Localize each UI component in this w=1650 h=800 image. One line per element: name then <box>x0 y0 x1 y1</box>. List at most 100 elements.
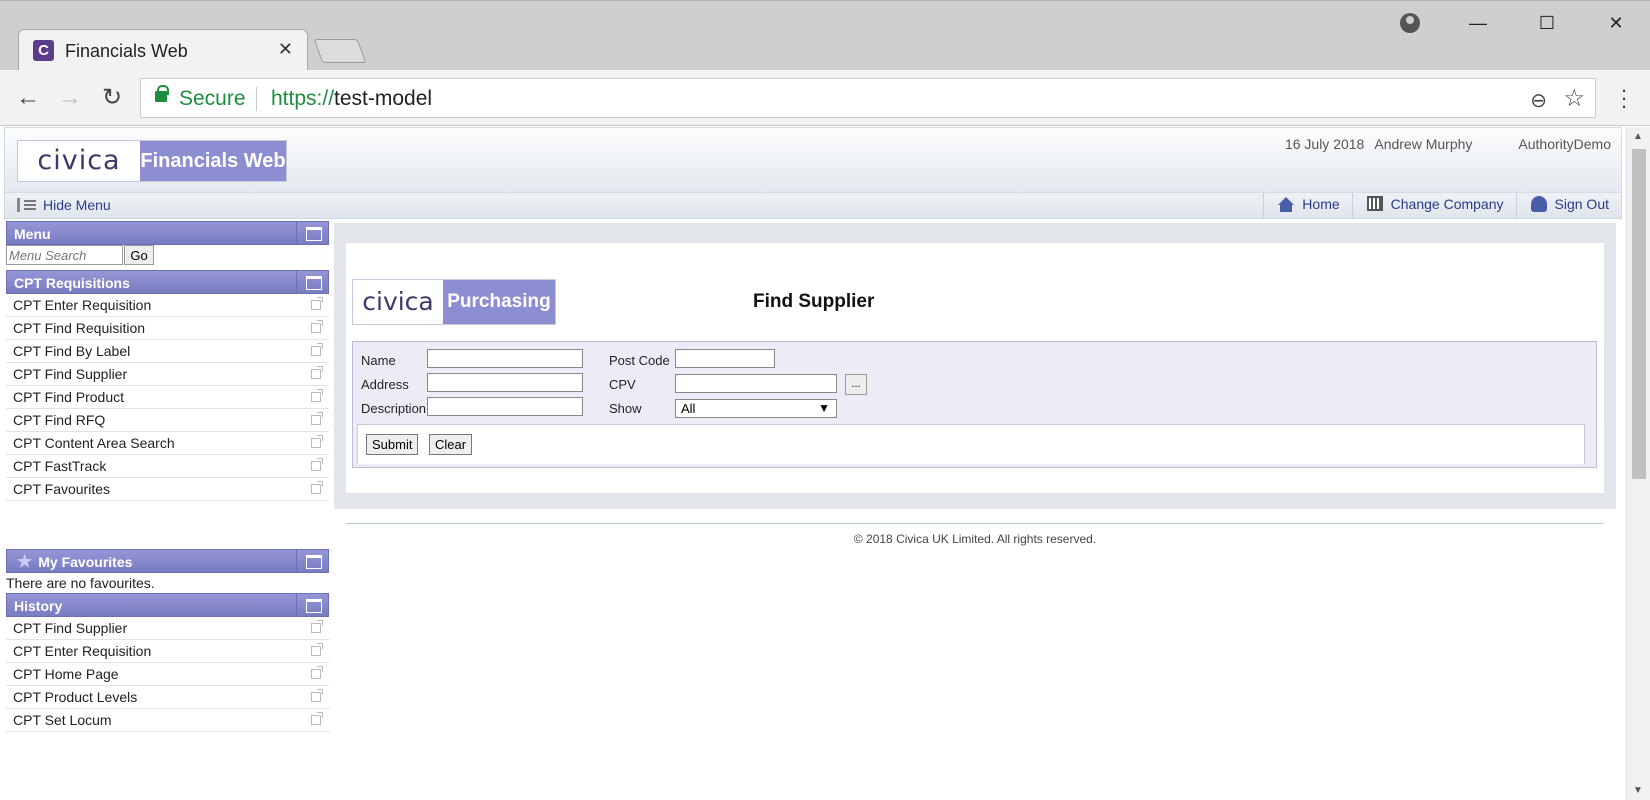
cpv-lookup-button[interactable]: ... <box>845 374 867 395</box>
change-company-link[interactable]: Change Company <box>1351 193 1516 218</box>
clear-button[interactable]: Clear <box>429 434 473 455</box>
history-panel-header: History <box>6 593 329 617</box>
open-new-window-icon[interactable] <box>311 620 323 633</box>
open-new-window-icon[interactable] <box>311 712 323 725</box>
purchasing-module-name: Purchasing <box>443 280 555 324</box>
forward-icon[interactable]: → <box>56 84 84 112</box>
address-bar[interactable]: Secure https://test-model ⊖ ☆ <box>140 78 1596 118</box>
menu-item-favourites[interactable]: CPT Favourites <box>6 478 329 501</box>
requisitions-panel-toggle-icon[interactable] <box>296 271 328 293</box>
cpv-field[interactable] <box>675 374 837 393</box>
menu-item-find-product[interactable]: CPT Find Product <box>6 386 329 409</box>
no-favourites-message: There are no favourites. <box>6 575 155 591</box>
url-text[interactable]: https://test-model <box>271 87 432 111</box>
app-toolbar: Hide Menu Home Change Company Sign Out <box>4 193 1622 219</box>
open-new-window-icon[interactable] <box>311 412 323 425</box>
history-item-enter-requisition[interactable]: CPT Enter Requisition <box>6 640 329 663</box>
browser-menu-icon[interactable]: · · · <box>1614 79 1634 117</box>
scroll-up-icon[interactable]: ▲ <box>1633 131 1643 142</box>
profile-icon[interactable] <box>1400 13 1420 33</box>
menu-search-input[interactable] <box>6 245 123 265</box>
history-item-set-locum[interactable]: CPT Set Locum <box>6 709 329 732</box>
history-item-label: CPT Find Supplier <box>13 620 128 636</box>
menu-panel-toggle-icon[interactable] <box>296 222 328 244</box>
menu-item-label: CPT Find Supplier <box>13 366 128 382</box>
user-sign-out-icon <box>1530 196 1547 212</box>
header-authority: AuthorityDemo <box>1518 136 1611 152</box>
content-panel: civica Purchasing Find Supplier Name Add… <box>346 243 1604 493</box>
zoom-out-icon[interactable]: ⊖ <box>1530 88 1547 113</box>
history-menu: CPT Find Supplier CPT Enter Requisition … <box>6 617 329 732</box>
tab-close-icon[interactable]: ✕ <box>278 39 293 60</box>
lock-icon <box>155 85 169 102</box>
open-new-window-icon[interactable] <box>311 343 323 356</box>
open-new-window-icon[interactable] <box>311 481 323 494</box>
open-new-window-icon[interactable] <box>311 643 323 656</box>
history-item-find-supplier[interactable]: CPT Find Supplier <box>6 617 329 640</box>
description-field[interactable] <box>427 397 583 416</box>
secure-label: Secure <box>179 87 246 110</box>
new-tab-button[interactable] <box>313 39 367 63</box>
menu-item-enter-requisition[interactable]: CPT Enter Requisition <box>6 294 329 317</box>
menu-item-find-requisition[interactable]: CPT Find Requisition <box>6 317 329 340</box>
show-label: Show <box>609 401 642 416</box>
open-new-window-icon[interactable] <box>311 320 323 333</box>
hide-menu-icon <box>17 198 37 212</box>
menu-item-label: CPT Favourites <box>13 481 110 497</box>
browser-tab[interactable]: C Financials Web ✕ <box>18 29 308 72</box>
menu-item-label: CPT Content Area Search <box>13 435 175 451</box>
menu-item-label: CPT Enter Requisition <box>13 297 152 313</box>
scroll-thumb[interactable] <box>1632 149 1646 479</box>
purchasing-civica-text: civica <box>353 280 443 324</box>
open-new-window-icon[interactable] <box>311 297 323 310</box>
header-spacer <box>1482 136 1508 152</box>
sign-out-link[interactable]: Sign Out <box>1515 193 1621 218</box>
favourites-panel-toggle-icon[interactable] <box>296 550 328 572</box>
open-new-window-icon[interactable] <box>311 689 323 702</box>
financials-web-logo[interactable]: civica Financials Web <box>17 140 287 182</box>
open-new-window-icon[interactable] <box>311 458 323 471</box>
open-new-window-icon[interactable] <box>311 366 323 379</box>
favourites-panel-title: My Favourites <box>38 554 133 570</box>
hide-menu-button[interactable]: Hide Menu <box>17 197 111 213</box>
menu-item-content-area-search[interactable]: CPT Content Area Search <box>6 432 329 455</box>
close-window-icon[interactable]: ✕ <box>1604 11 1628 35</box>
menu-search-go-button[interactable]: Go <box>124 245 154 265</box>
minimize-icon[interactable]: — <box>1466 11 1490 35</box>
menu-item-find-rfq[interactable]: CPT Find RFQ <box>6 409 329 432</box>
history-item-product-levels[interactable]: CPT Product Levels <box>6 686 329 709</box>
hide-menu-label: Hide Menu <box>43 197 111 213</box>
address-field[interactable] <box>427 373 583 392</box>
header-info: 16 July 2018 Andrew Murphy AuthorityDemo <box>1285 136 1611 152</box>
home-link[interactable]: Home <box>1263 193 1351 218</box>
show-select[interactable]: All ▼ <box>675 399 837 418</box>
open-new-window-icon[interactable] <box>311 435 323 448</box>
name-field[interactable] <box>427 349 583 368</box>
postcode-field[interactable] <box>675 349 775 368</box>
history-item-home-page[interactable]: CPT Home Page <box>6 663 329 686</box>
footer-divider <box>346 523 1604 524</box>
back-icon[interactable]: ← <box>14 84 42 112</box>
menu-item-find-supplier[interactable]: CPT Find Supplier <box>6 363 329 386</box>
reload-icon[interactable]: ↻ <box>98 84 126 112</box>
submit-button[interactable]: Submit <box>366 434 419 455</box>
open-new-window-icon[interactable] <box>311 389 323 402</box>
menu-item-find-by-label[interactable]: CPT Find By Label <box>6 340 329 363</box>
page-scrollbar[interactable]: ▲ ▼ <box>1626 127 1650 800</box>
bookmark-star-icon[interactable]: ☆ <box>1563 84 1585 113</box>
civica-logo-text: civica <box>18 141 140 181</box>
toolbar-actions: Home Change Company Sign Out <box>1263 193 1621 218</box>
maximize-icon[interactable]: ☐ <box>1535 11 1559 35</box>
history-item-label: CPT Home Page <box>13 666 119 682</box>
history-panel-toggle-icon[interactable] <box>296 594 328 616</box>
scroll-down-icon[interactable]: ▼ <box>1633 785 1643 796</box>
name-label: Name <box>361 353 396 368</box>
menu-item-fasttrack[interactable]: CPT FastTrack <box>6 455 329 478</box>
favourites-panel-header: ★ My Favourites <box>6 549 329 573</box>
open-new-window-icon[interactable] <box>311 666 323 679</box>
requisitions-menu: CPT Enter Requisition CPT Find Requisiti… <box>6 294 329 501</box>
url-host: test-model <box>334 87 433 110</box>
home-icon <box>1278 197 1295 212</box>
menu-item-label: CPT Find Requisition <box>13 320 146 336</box>
civica-favicon-icon: C <box>33 40 54 61</box>
